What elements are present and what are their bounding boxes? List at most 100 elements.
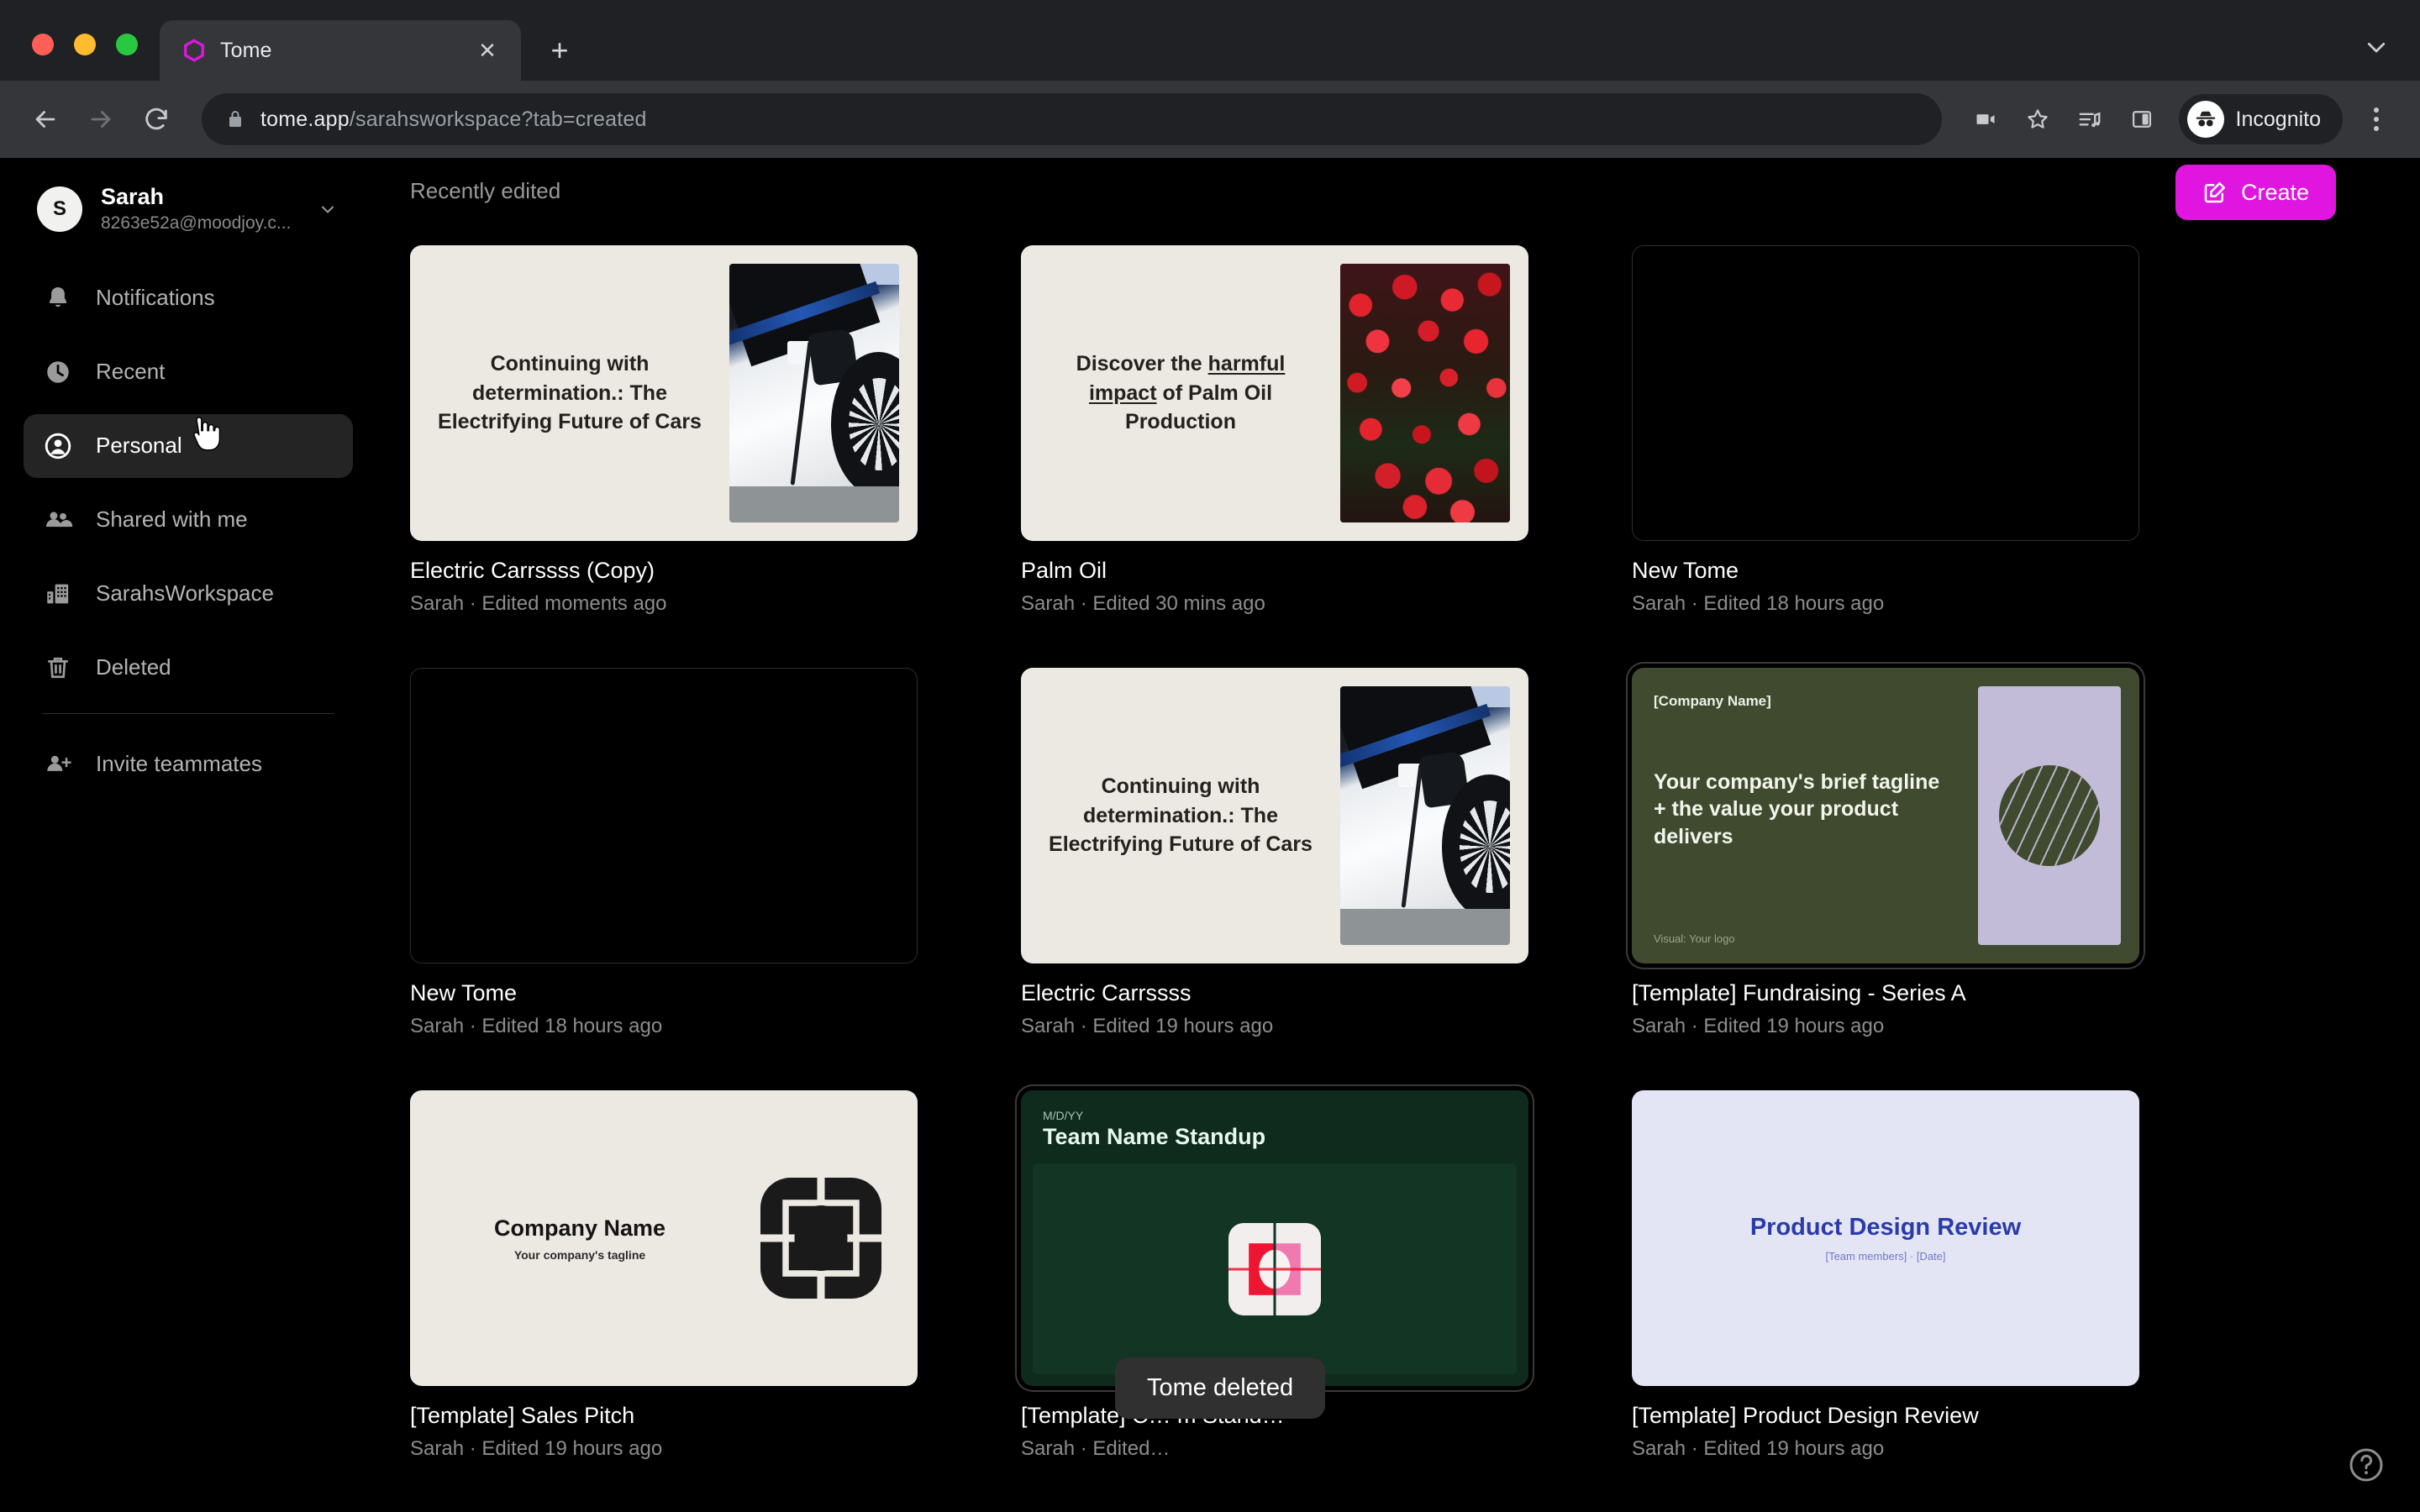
create-button[interactable]: Create: [2175, 165, 2336, 220]
tome-meta: [Template] Product Design Review Sarah ·…: [1632, 1386, 2139, 1461]
sidebar-item-label: Personal: [96, 433, 182, 459]
sidebar-item-label: SarahsWorkspace: [96, 580, 274, 606]
tome-card[interactable]: New Tome Sarah · Edited 18 hours ago: [410, 668, 918, 1038]
tome-thumbnail[interactable]: Product Design Review [Team members] · […: [1632, 1090, 2139, 1387]
slide-car: Continuing with determination.: The Elec…: [410, 245, 918, 541]
sidebar-item-personal[interactable]: Personal: [24, 413, 353, 478]
address-bar[interactable]: tome.app/sarahsworkspace?tab=created: [202, 93, 1942, 145]
slide-image-flowers: [1340, 264, 1510, 522]
tome-subtitle: Sarah · Edited moments ago: [410, 592, 667, 616]
tome-meta: New Tome Sarah · Edited 18 hours ago: [1632, 541, 2139, 616]
sidebar-item-deleted[interactable]: Deleted: [24, 636, 353, 700]
slide-car: Continuing with determination.: The Elec…: [1021, 668, 1528, 964]
toast-notification: Tome deleted: [1115, 1357, 1326, 1419]
tome-subtitle: Sarah · Edited 19 hours ago: [1021, 1015, 1274, 1038]
chevron-down-icon[interactable]: [316, 199, 339, 219]
media-playlist-icon[interactable]: [2066, 96, 2113, 143]
slide-product-design-review: Product Design Review [Team members] · […: [1632, 1090, 2139, 1387]
reload-icon[interactable]: [131, 94, 182, 144]
main-content: Recently edited Create Continuing with d…: [376, 158, 2420, 1512]
tome-title: Electric Carrssss: [1021, 980, 1192, 1006]
chevron-down-icon[interactable]: [2356, 27, 2396, 67]
tome-card[interactable]: New Tome Sarah · Edited 18 hours ago: [1632, 245, 2139, 616]
tome-card[interactable]: Continuing with determination.: The Elec…: [410, 245, 918, 616]
browser-tab[interactable]: Tome ✕: [160, 20, 521, 81]
slide-text: Continuing with determination.: The Elec…: [410, 245, 729, 541]
tome-card[interactable]: Continuing with determination.: The Elec…: [1021, 668, 1528, 1038]
sidebar-item-recent[interactable]: Recent: [24, 340, 353, 404]
tome-thumbnail[interactable]: [1632, 245, 2139, 541]
tome-subtitle: Sarah · Edited 30 mins ago: [1021, 592, 1265, 616]
close-icon[interactable]: ✕: [471, 34, 504, 67]
new-tab-button[interactable]: +: [536, 27, 583, 74]
account-switcher[interactable]: S Sarah 8263e52a@moodjoy.c...: [24, 171, 353, 248]
side-panel-icon[interactable]: [2118, 96, 2165, 143]
trash-icon: [42, 652, 74, 684]
sidebar-item-sarahsworkspace[interactable]: SarahsWorkspace: [24, 562, 353, 626]
tome-thumbnail[interactable]: Company Name Your company's tagline: [410, 1090, 918, 1387]
section-label: Recently edited: [410, 178, 561, 203]
tome-card[interactable]: [Company Name] Your company's brief tagl…: [1632, 668, 2139, 1038]
slide-text: Discover the harmful impact of Palm Oil …: [1021, 245, 1340, 541]
person-add-icon: [42, 748, 74, 780]
star-icon[interactable]: [2014, 96, 2061, 143]
kebab-menu-icon[interactable]: [2353, 96, 2400, 143]
sidebar-item-label: Notifications: [96, 285, 215, 311]
sidebar-item-notifications[interactable]: Notifications: [24, 266, 353, 330]
account-email: 8263e52a@moodjoy.c...: [101, 213, 292, 234]
slide-subheading: [Team members] · [Date]: [1825, 1250, 1946, 1263]
slide-image-car: [729, 264, 899, 522]
slide-salespitch: Company Name Your company's tagline: [410, 1090, 918, 1387]
tab-strip: Tome ✕ +: [0, 0, 2420, 81]
tome-thumbnail[interactable]: Continuing with determination.: The Elec…: [410, 245, 918, 541]
arrow-right-icon[interactable]: [76, 94, 126, 144]
lock-icon: [225, 109, 245, 129]
slide-heading: Product Design Review: [1749, 1214, 2022, 1242]
sidebar-item-label: Shared with me: [96, 507, 248, 533]
tome-subtitle: Sarah · Edited 19 hours ago: [1632, 1015, 1885, 1038]
sidebar-item-shared-with-me[interactable]: Shared with me: [24, 488, 353, 552]
tome-thumbnail[interactable]: [Company Name] Your company's brief tagl…: [1632, 668, 2139, 964]
slide-heading: Discover the harmful impact of Palm Oil …: [1043, 349, 1318, 437]
slide-heading-pre: Discover the: [1076, 352, 1208, 376]
tome-subtitle: Sarah · Edited 18 hours ago: [1632, 592, 1885, 616]
tome-meta: [Template] Fundraising - Series A Sarah …: [1632, 963, 2139, 1038]
maximize-window-button[interactable]: [116, 34, 138, 55]
slide-visual-panel: [1978, 686, 2121, 946]
tome-thumbnail[interactable]: Continuing with determination.: The Elec…: [1021, 668, 1528, 964]
browser-window: Tome ✕ + tome.app/sarahsworkspace?tab=cr…: [0, 0, 2420, 1512]
tome-title: [Template] Product Design Review: [1632, 1403, 1979, 1429]
sidebar-item-label: Invite teammates: [96, 751, 262, 777]
compose-icon: [2202, 180, 2228, 205]
slide-heading: Continuing with determination.: The Elec…: [1049, 774, 1313, 857]
close-window-button[interactable]: [32, 34, 54, 55]
tome-thumbnail[interactable]: [410, 668, 918, 964]
incognito-label: Incognito: [2235, 107, 2321, 131]
tome-meta: Electric Carrssss (Copy) Sarah · Edited …: [410, 541, 918, 616]
incognito-profile-button[interactable]: Incognito: [2178, 94, 2343, 144]
sidebar-item-invite-teammates[interactable]: Invite teammates: [24, 732, 353, 796]
tome-card[interactable]: Company Name Your company's tagline [Tem…: [410, 1090, 918, 1461]
account-text: Sarah 8263e52a@moodjoy.c...: [101, 183, 297, 236]
tome-meta: Electric Carrssss Sarah · Edited 19 hour…: [1021, 963, 1528, 1038]
url-host: tome.app: [260, 107, 350, 131]
slide-palmoil: Discover the harmful impact of Palm Oil …: [1021, 245, 1528, 541]
video-camera-icon[interactable]: [1962, 96, 2009, 143]
sidebar-item-label: Recent: [96, 359, 166, 385]
tome-thumbnail[interactable]: M/D/YY Team Name Standup: [1021, 1090, 1528, 1387]
help-button[interactable]: [2343, 1443, 2390, 1490]
incognito-icon: [2186, 101, 2224, 138]
slide-heading: Your company's brief tagline + the value…: [1654, 769, 1940, 848]
slide-company-tag: [Company Name]: [1654, 693, 1771, 710]
arrow-left-icon[interactable]: [20, 94, 71, 144]
tome-thumbnail[interactable]: Discover the harmful impact of Palm Oil …: [1021, 245, 1528, 541]
tome-title: Palm Oil: [1021, 558, 1107, 583]
minimize-window-button[interactable]: [74, 34, 96, 55]
tome-card[interactable]: Discover the harmful impact of Palm Oil …: [1021, 245, 1528, 616]
globe-graphic: [1999, 765, 2100, 867]
tome-card[interactable]: Product Design Review [Team members] · […: [1632, 1090, 2139, 1461]
sidebar: S Sarah 8263e52a@moodjoy.c... Notificati…: [0, 158, 376, 1512]
sidebar-item-label: Deleted: [96, 654, 171, 680]
slide-standup: M/D/YY Team Name Standup: [1021, 1090, 1528, 1387]
mouse-cursor: [190, 415, 225, 454]
